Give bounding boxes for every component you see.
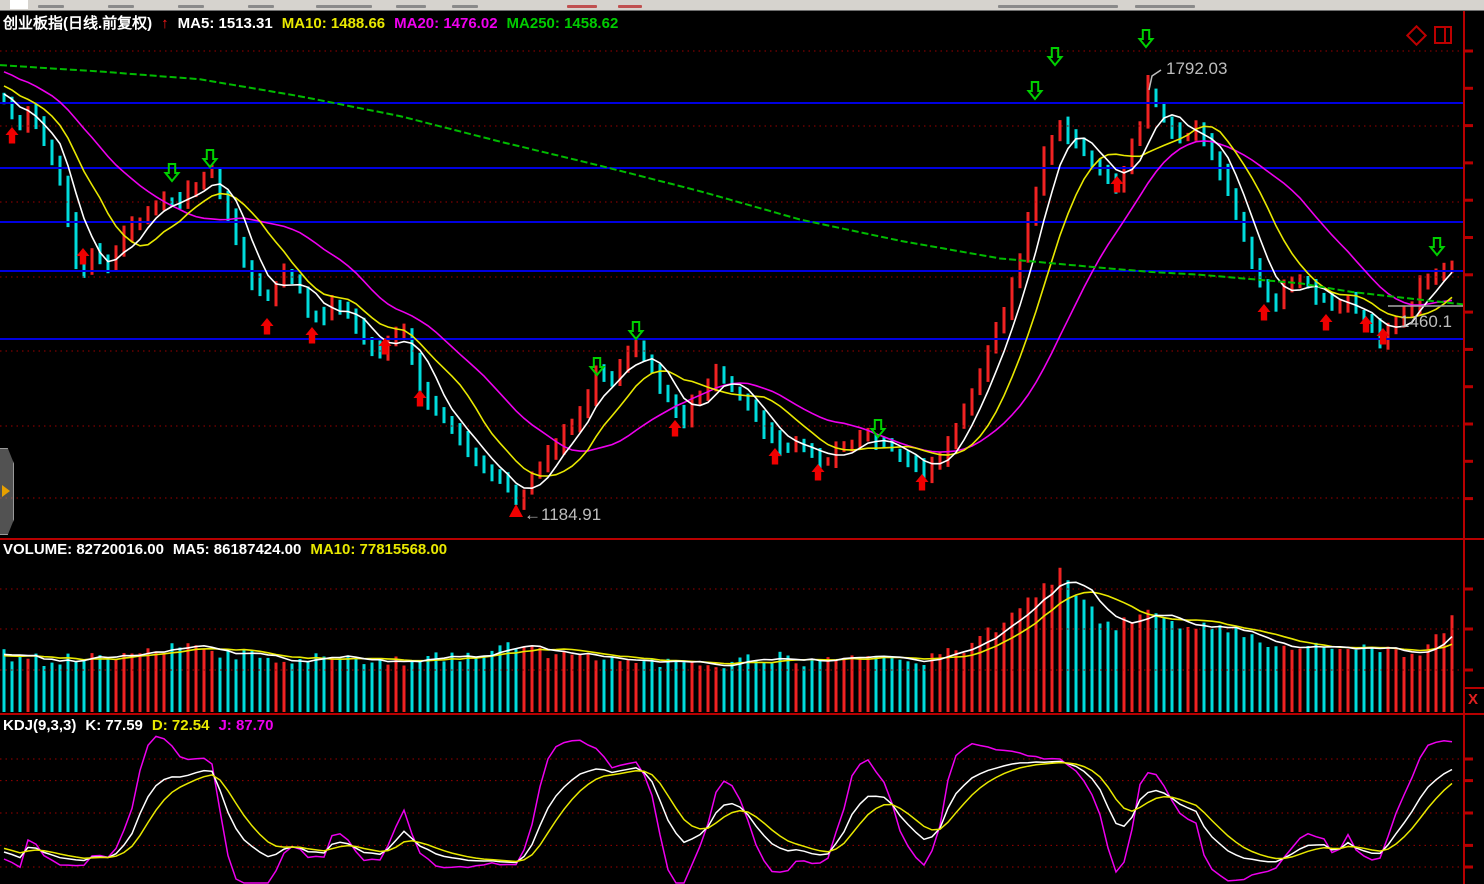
buy-arrow-icon (1110, 176, 1123, 193)
kdj-j-value: J: 87.70 (218, 717, 273, 734)
buy-arrow-icon (76, 248, 89, 265)
ma5-line (4, 94, 1452, 488)
ma20-value: MA20: 1476.02 (394, 15, 497, 32)
up-arrow-icon: ↑ (161, 15, 169, 32)
volume-ma5-value: MA5: 86187424.00 (173, 541, 301, 558)
buy-arrow-icon (812, 464, 825, 481)
kdj-d-value: D: 72.54 (152, 717, 210, 734)
main-chart-header: 创业板指(日线.前复权) ↑ MA5: 1513.31 MA10: 1488.66 MA… (3, 12, 627, 33)
current-price-label: 1460.1 (1400, 312, 1452, 331)
app-window: 1792.03 ←1184.91 1460.1 创业板指(日线.前复权) ↑ MA5: … (0, 0, 1484, 884)
buy-arrow-icon (1257, 304, 1270, 321)
main-gridlines (0, 51, 1464, 498)
ma20-line (4, 72, 1452, 452)
buy-arrow-icon (5, 127, 18, 144)
frame-lines (0, 11, 1484, 884)
panel-close-button[interactable]: X (1468, 692, 1478, 707)
kdj-j-line (4, 736, 1452, 883)
signal-arrows (5, 30, 1443, 491)
buy-arrow-icon (669, 420, 682, 437)
kdj-k-value: K: 77.59 (85, 717, 143, 734)
low-price-label: ←1184.91 (524, 505, 601, 524)
kdj-title: KDJ(9,3,3) (3, 717, 76, 734)
chart-canvas[interactable]: 1792.03 ←1184.91 1460.1 (0, 0, 1484, 884)
sell-arrow-icon (1139, 30, 1152, 47)
sell-arrow-icon (1048, 48, 1061, 65)
chart-title: 创业板指(日线.前复权) (3, 15, 152, 32)
sell-arrow-icon (630, 322, 643, 339)
ma250-value: MA250: 1458.62 (507, 15, 619, 32)
split-window-icon[interactable] (1434, 26, 1452, 44)
sell-arrow-icon (204, 150, 217, 167)
candles-layer (4, 75, 1452, 510)
volume-panel-header: VOLUME: 82720016.00 MA5: 86187424.00 MA10:… (3, 541, 456, 558)
buy-arrow-icon (414, 390, 427, 407)
volume-value: VOLUME: 82720016.00 (3, 541, 164, 558)
sell-arrow-icon (1028, 82, 1041, 99)
buy-arrow-icon (1319, 314, 1332, 331)
buy-arrow-icon (261, 318, 274, 335)
buy-arrow-icon (306, 327, 319, 344)
expand-arrow-icon (2, 485, 10, 497)
kdj-k-line (4, 761, 1452, 862)
high-price-label: 1792.03 (1166, 59, 1227, 78)
sell-arrow-icon (1430, 238, 1443, 255)
kdj-d-line (4, 763, 1452, 862)
ma5-value: MA5: 1513.31 (178, 15, 273, 32)
diamond-icon[interactable] (1406, 24, 1427, 45)
volume-ma10-value: MA10: 77815568.00 (310, 541, 447, 558)
sell-arrow-icon (166, 164, 179, 181)
window-controls (1409, 26, 1452, 44)
ma10-line (4, 86, 1452, 476)
sidebar-expand-tab[interactable] (0, 448, 14, 535)
buy-arrow-icon (916, 474, 929, 491)
ma10-value: MA10: 1488.66 (282, 15, 385, 32)
annotations: 1792.03 ←1184.91 1460.1 (509, 59, 1464, 524)
kdj-lines (4, 736, 1452, 883)
kdj-panel-header: KDJ(9,3,3) K: 77.59 D: 72.54 J: 87.70 (3, 717, 283, 734)
